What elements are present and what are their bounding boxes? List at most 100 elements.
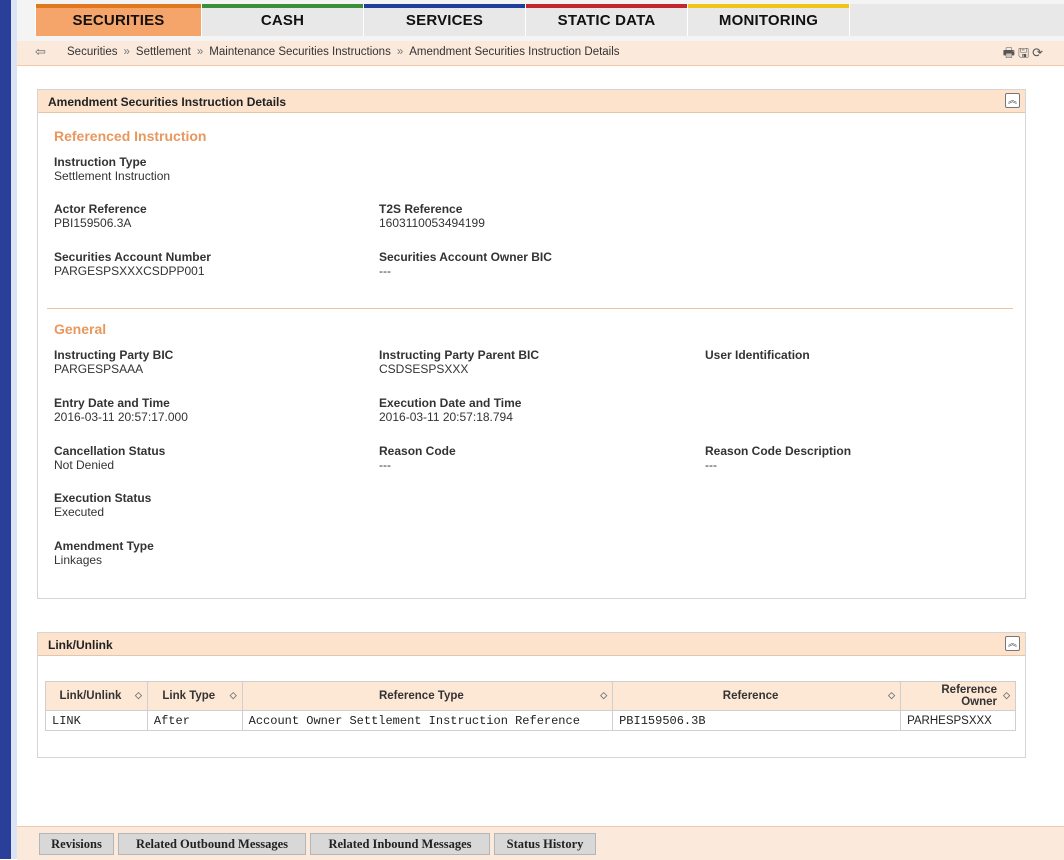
cell-reference-owner: PARHESPSXXX: [900, 710, 1016, 731]
tab-services[interactable]: SERVICES: [363, 4, 526, 36]
field-value: ---: [379, 458, 391, 472]
save-icon[interactable]: 🖫: [1018, 45, 1032, 60]
tab-color-bar: [526, 4, 687, 8]
breadcrumb-item-current: Amendment Securities Instruction Details: [409, 46, 620, 58]
field-label: Execution Status: [54, 491, 152, 505]
details-panel-header: Amendment Securities Instruction Details…: [38, 90, 1025, 113]
field-value: Linkages: [54, 553, 103, 567]
field-value: 2016-03-11 20:57:17.000: [54, 410, 188, 424]
field-label: Entry Date and Time: [54, 396, 170, 410]
utility-icons: 🖶🖫⟳: [1003, 44, 1046, 66]
tab-static-data[interactable]: STATIC DATA: [525, 4, 688, 36]
field-value: Settlement Instruction: [54, 169, 171, 183]
cell-link-type: After: [146, 710, 243, 731]
column-header-label: Link/Unlink: [59, 690, 122, 702]
tab-color-bar: [688, 4, 849, 8]
sort-icon[interactable]: ◇: [888, 690, 895, 701]
section-title-general: General: [54, 321, 107, 337]
breadcrumb-separator: »: [123, 46, 130, 58]
breadcrumb-item-securities[interactable]: Securities: [67, 46, 118, 58]
section-title-referenced: Referenced Instruction: [54, 128, 207, 144]
field-securities-account-number: Securities Account Number PARGESPSXXXCSD…: [54, 250, 211, 278]
cell-reference-type: Account Owner Settlement Instruction Ref…: [241, 710, 614, 731]
status-history-button[interactable]: Status History: [494, 833, 596, 855]
tab-label: SECURITIES: [72, 12, 165, 29]
tab-color-bar: [364, 4, 525, 8]
cell-reference: PBI159506.3B: [612, 710, 902, 731]
field-value: ---: [705, 458, 717, 472]
field-user-identification: User Identification: [705, 348, 810, 362]
column-header-label: Reference: [722, 690, 779, 702]
collapse-icon[interactable]: ︽: [1005, 93, 1020, 108]
tab-color-bar: [36, 4, 201, 8]
related-inbound-messages-button[interactable]: Related Inbound Messages: [310, 833, 490, 855]
field-instructing-party-bic: Instructing Party BIC PARGESPSAAA: [54, 348, 173, 376]
column-header-label: Reference Type: [378, 690, 464, 702]
back-arrow-icon[interactable]: ⇦: [35, 44, 46, 60]
breadcrumb-separator: »: [396, 46, 404, 58]
field-value: PARGESPSXXXCSDPP001: [54, 264, 205, 278]
field-label: User Identification: [705, 348, 810, 362]
cell-link-unlink: LINK: [45, 710, 148, 731]
column-header-reference[interactable]: Reference ◇: [612, 681, 902, 711]
table-header-row: Link/Unlink ◇ Link Type ◇ Reference Type ◇ …: [45, 681, 1016, 711]
field-label: Reason Code Description: [705, 444, 852, 458]
field-label: Reason Code: [379, 444, 456, 458]
field-entry-date-time: Entry Date and Time 2016-03-11 20:57:17.…: [54, 396, 188, 424]
breadcrumb-item-settlement[interactable]: Settlement: [136, 46, 191, 58]
column-header-reference-owner[interactable]: Reference Owner ◇: [900, 681, 1016, 711]
breadcrumb: Securities » Settlement » Maintenance Securi…: [67, 46, 620, 58]
field-label: Actor Reference: [54, 202, 147, 216]
sort-icon[interactable]: ◇: [135, 690, 142, 701]
field-value: ---: [379, 264, 391, 278]
column-header-link-type[interactable]: Link Type ◇: [146, 681, 243, 711]
tab-label: SERVICES: [405, 12, 484, 29]
field-value: Executed: [54, 505, 105, 519]
tab-label: STATIC DATA: [557, 12, 656, 29]
print-icon[interactable]: 🖶: [1003, 45, 1018, 60]
bottom-action-bar: Revisions Related Outbound Messages Rela…: [17, 826, 1064, 860]
related-outbound-messages-button[interactable]: Related Outbound Messages: [118, 833, 306, 855]
tab-cash[interactable]: CASH: [201, 4, 364, 36]
breadcrumb-bar: ⇦ Securities » Settlement » Maintenance Secu…: [17, 41, 1064, 66]
refresh-icon[interactable]: ⟳: [1032, 45, 1046, 60]
left-frame-inner: [11, 0, 17, 859]
field-actor-reference: Actor Reference PBI159506.3A: [54, 202, 147, 230]
field-label: Instructing Party BIC: [54, 348, 174, 362]
table-row[interactable]: LINK After Account Owner Settlement Inst…: [45, 710, 1016, 731]
details-panel-title: Amendment Securities Instruction Details: [48, 95, 287, 109]
sort-icon[interactable]: ◇: [600, 690, 607, 701]
field-label: Instructing Party Parent BIC: [379, 348, 540, 362]
main-tabs: SECURITIES CASH SERVICES STATIC DATA MON…: [17, 0, 1064, 42]
field-label: Securities Account Owner BIC: [379, 250, 552, 264]
tab-label: CASH: [260, 12, 305, 29]
field-label: Amendment Type: [54, 539, 154, 553]
link-table: Link/Unlink ◇ Link Type ◇ Reference Type ◇ …: [45, 681, 1016, 731]
field-instruction-type: Instruction Type Settlement Instruction: [54, 155, 170, 183]
column-header-link-unlink[interactable]: Link/Unlink ◇: [45, 681, 148, 711]
field-execution-date-time: Execution Date and Time 2016-03-11 20:57…: [379, 396, 521, 424]
column-header-reference-type[interactable]: Reference Type ◇: [241, 681, 614, 711]
link-panel-header: Link/Unlink ︽: [38, 633, 1025, 656]
details-panel: Amendment Securities Instruction Details…: [37, 89, 1026, 599]
field-value: CSDSESPSXXX: [379, 362, 469, 376]
sort-icon[interactable]: ◇: [1003, 690, 1010, 701]
collapse-icon[interactable]: ︽: [1005, 636, 1020, 651]
tab-securities[interactable]: SECURITIES: [35, 4, 202, 36]
sort-icon[interactable]: ◇: [230, 690, 237, 701]
revisions-button[interactable]: Revisions: [39, 833, 114, 855]
tab-monitoring[interactable]: MONITORING: [687, 4, 850, 36]
field-value: 2016-03-11 20:57:18.794: [379, 410, 513, 424]
link-panel-title: Link/Unlink: [48, 638, 113, 652]
field-instructing-party-parent-bic: Instructing Party Parent BIC CSDSESPSXXX: [379, 348, 539, 376]
field-t2s-reference: T2S Reference 1603110053494199: [379, 202, 485, 230]
field-value: PARGESPSAAA: [54, 362, 144, 376]
field-value: PBI159506.3A: [54, 216, 132, 230]
field-reason-code: Reason Code ---: [379, 444, 456, 472]
column-header-label: Link Type: [162, 690, 216, 702]
breadcrumb-separator: »: [196, 46, 204, 58]
field-securities-account-owner-bic: Securities Account Owner BIC ---: [379, 250, 552, 278]
field-label: T2S Reference: [379, 202, 463, 216]
breadcrumb-item-maintenance[interactable]: Maintenance Securities Instructions: [209, 46, 391, 58]
tab-label: MONITORING: [718, 12, 819, 29]
